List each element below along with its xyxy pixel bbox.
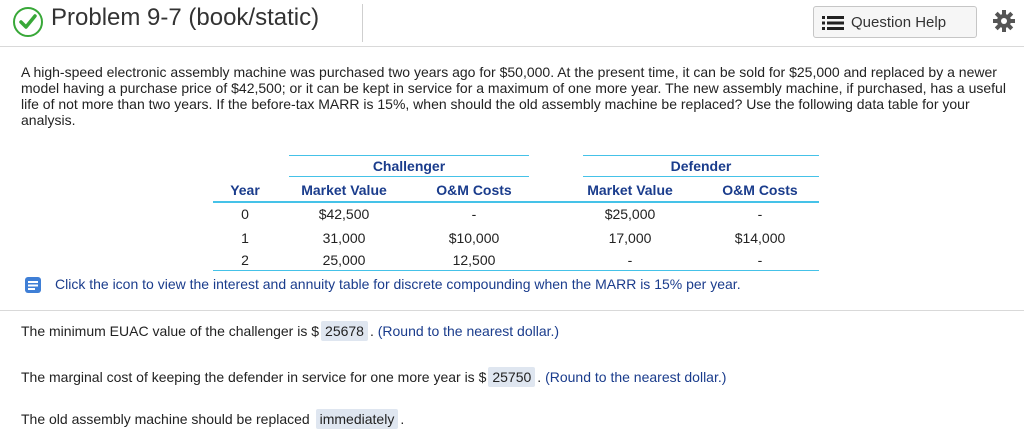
question-help-label: Question Help [851, 14, 947, 31]
defender-header: Defender [670, 158, 732, 174]
answer-line-marginal-cost: The marginal cost of keeping the defende… [21, 367, 726, 387]
answer-period: . [537, 369, 542, 385]
rounding-hint: (Round to the nearest dollar.) [545, 369, 727, 385]
answer-prompt: The old assembly machine should be repla… [21, 411, 310, 427]
table-cell-challenger-market-value: 25,000 [322, 252, 366, 268]
challenger-header: Challenger [372, 158, 446, 174]
section-divider [0, 310, 1024, 311]
problem-statement: A high-speed electronic assembly machine… [21, 64, 1006, 128]
table-cell-defender-market-value: $25,000 [604, 206, 656, 222]
col-header-defender-market-value: Market Value [587, 182, 673, 198]
rounding-hint: (Round to the nearest dollar.) [377, 323, 560, 339]
table-cell-year: 2 [241, 252, 249, 268]
table-cell-challenger-market-value: $42,500 [318, 206, 370, 222]
col-header-year: Year [230, 182, 260, 198]
header-bottom-rule [213, 201, 819, 203]
challenger-top-rule [289, 155, 529, 156]
col-header-challenger-om-costs: O&M Costs [436, 182, 512, 198]
check-circle-icon [13, 7, 43, 37]
answer-period: . [400, 411, 405, 427]
table-cell-defender-om-costs: - [757, 206, 763, 222]
table-cell-defender-market-value: 17,000 [608, 230, 652, 246]
document-icon[interactable] [24, 276, 42, 294]
replacement-timing-dropdown[interactable]: immediately [315, 409, 399, 429]
col-header-challenger-market-value: Market Value [301, 182, 387, 198]
table-cell-defender-market-value: - [627, 252, 633, 268]
table-cell-year: 1 [241, 230, 249, 246]
table-cell-year: 0 [241, 206, 249, 222]
challenger-mid-rule [289, 176, 529, 177]
defender-top-rule [583, 155, 819, 156]
euac-answer-field[interactable]: 25678 [321, 321, 368, 341]
list-icon [822, 16, 844, 30]
title-divider [362, 4, 363, 42]
answer-prompt: The marginal cost of keeping the defende… [21, 369, 487, 385]
table-cell-challenger-om-costs: $10,000 [448, 230, 500, 246]
table-cell-defender-om-costs: - [757, 252, 763, 268]
answer-period: . [369, 323, 374, 339]
answer-line-euac: The minimum EUAC value of the challenger… [21, 321, 559, 341]
page-title: Problem 9-7 (book/static) [51, 4, 320, 31]
col-header-defender-om-costs: O&M Costs [722, 182, 798, 198]
answer-prompt: The minimum EUAC value of the challenger… [21, 323, 320, 339]
interest-table-link[interactable]: Click the icon to view the interest and … [55, 276, 741, 292]
defender-mid-rule [583, 176, 819, 177]
marginal-cost-answer-field[interactable]: 25750 [488, 367, 536, 387]
header: Problem 9-7 (book/static) Question Help [0, 0, 1024, 47]
question-help-button[interactable]: Question Help [813, 6, 977, 38]
table-cell-challenger-om-costs: 12,500 [452, 252, 496, 268]
table-bottom-rule [213, 270, 819, 271]
table-cell-defender-om-costs: $14,000 [734, 230, 786, 246]
gear-icon[interactable] [993, 10, 1015, 32]
table-cell-challenger-om-costs: - [471, 206, 477, 222]
table-cell-challenger-market-value: 31,000 [322, 230, 366, 246]
data-table: Challenger Defender Year Market Value O&… [213, 155, 819, 272]
answer-line-replacement: The old assembly machine should be repla… [21, 409, 404, 429]
